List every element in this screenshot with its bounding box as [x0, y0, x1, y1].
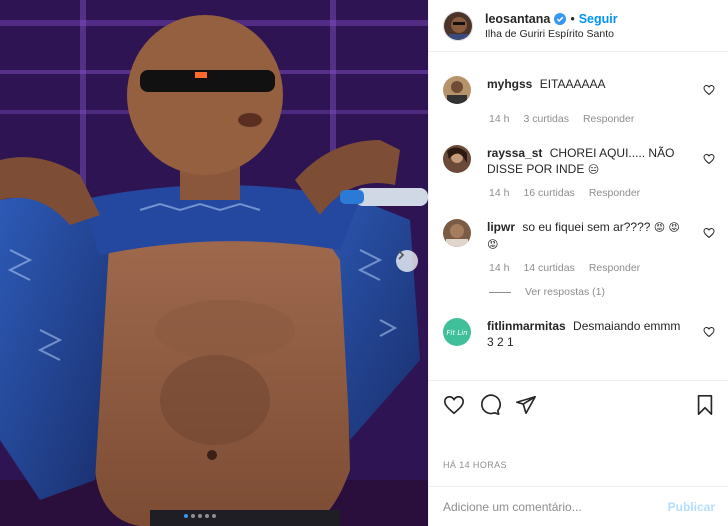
separator-dot: •: [570, 11, 575, 26]
carousel-next-button[interactable]: [396, 250, 418, 272]
comment-input[interactable]: [443, 499, 668, 514]
comment-likes[interactable]: 14 curtidas: [523, 262, 574, 274]
comment-text: so eu fiquei sem ar????: [522, 220, 651, 234]
publish-button[interactable]: Publicar: [668, 500, 715, 514]
comment-time[interactable]: 14 h: [489, 113, 509, 125]
comment-like-icon[interactable]: [703, 326, 715, 338]
carousel-dot: [191, 514, 195, 518]
carousel-dot: [184, 514, 188, 518]
comment-time[interactable]: 14 h: [489, 187, 509, 199]
post-header: leosantana • Seguir Ilha de Guriri Espír…: [429, 0, 728, 52]
bookmark-icon: [697, 394, 713, 415]
chevron-right-icon: [398, 250, 405, 260]
carousel-indicators: [184, 514, 216, 518]
comment-username[interactable]: myhgss: [487, 77, 532, 91]
post-timestamp[interactable]: HÁ 14 HORAS: [443, 460, 507, 470]
performer-photo: [0, 0, 428, 526]
carousel-dot: [205, 514, 209, 518]
share-button[interactable]: [515, 394, 537, 416]
carousel-dot: [212, 514, 216, 518]
comment-likes[interactable]: 16 curtidas: [523, 187, 574, 199]
reply-button[interactable]: Responder: [589, 262, 640, 274]
fitlin-logo-text: Fit Lin: [446, 329, 467, 337]
comment-emoji: 😑: [587, 164, 600, 176]
comment-like-icon[interactable]: [703, 153, 715, 165]
commenter-avatar[interactable]: Fit Lin: [443, 318, 471, 346]
commenter-avatar[interactable]: [443, 145, 471, 173]
reply-button[interactable]: Responder: [583, 113, 634, 125]
save-button[interactable]: [695, 394, 715, 416]
comment-like-icon[interactable]: [703, 84, 715, 96]
view-replies-button[interactable]: Ver respostas (1): [489, 286, 689, 298]
comment-likes[interactable]: 3 curtidas: [523, 113, 569, 125]
comment-username[interactable]: rayssa_st: [487, 146, 542, 160]
verified-badge-icon: [554, 12, 567, 25]
comment-time[interactable]: 14 h: [489, 262, 509, 274]
comment-item: Fit Lin fitlinmarmitas Desmaiando emmm 3…: [429, 318, 728, 350]
commenter-avatar[interactable]: [443, 219, 471, 247]
follow-button[interactable]: Seguir: [579, 12, 618, 26]
commenter-avatar[interactable]: [443, 76, 471, 104]
share-icon: [516, 395, 536, 414]
author-username[interactable]: leosantana: [485, 12, 550, 26]
like-button[interactable]: [443, 394, 465, 416]
post-actions-bar: [429, 380, 728, 428]
comment-text: EITAAAAAA: [539, 77, 606, 91]
view-replies-label: Ver respostas (1): [525, 286, 605, 298]
comment-item: lipwr so eu fiquei sem ar???? 😡 😡 😡 14 h…: [429, 219, 728, 298]
comments-list[interactable]: myhgss EITAAAAAA 14 h 3 curtidas Respond…: [429, 64, 728, 380]
replies-divider: [489, 291, 511, 293]
add-comment-bar: Publicar: [429, 486, 728, 526]
post-photo[interactable]: [0, 0, 428, 526]
author-avatar[interactable]: [443, 10, 473, 41]
comment-username[interactable]: fitlinmarmitas: [487, 319, 566, 333]
comment-icon: [481, 393, 501, 415]
comment-like-icon[interactable]: [703, 227, 715, 239]
post-side-panel: leosantana • Seguir Ilha de Guriri Espír…: [428, 0, 728, 526]
comment-item: myhgss EITAAAAAA 14 h 3 curtidas Respond…: [429, 76, 728, 125]
carousel-dot: [198, 514, 202, 518]
reply-button[interactable]: Responder: [589, 187, 640, 199]
comment-item: rayssa_st CHOREI AQUI..... NÃO DISSE POR…: [429, 145, 728, 199]
comment-username[interactable]: lipwr: [487, 220, 515, 234]
post-location[interactable]: Ilha de Guriri Espírito Santo: [485, 28, 618, 40]
comment-button[interactable]: [479, 393, 501, 416]
heart-icon: [444, 395, 464, 414]
